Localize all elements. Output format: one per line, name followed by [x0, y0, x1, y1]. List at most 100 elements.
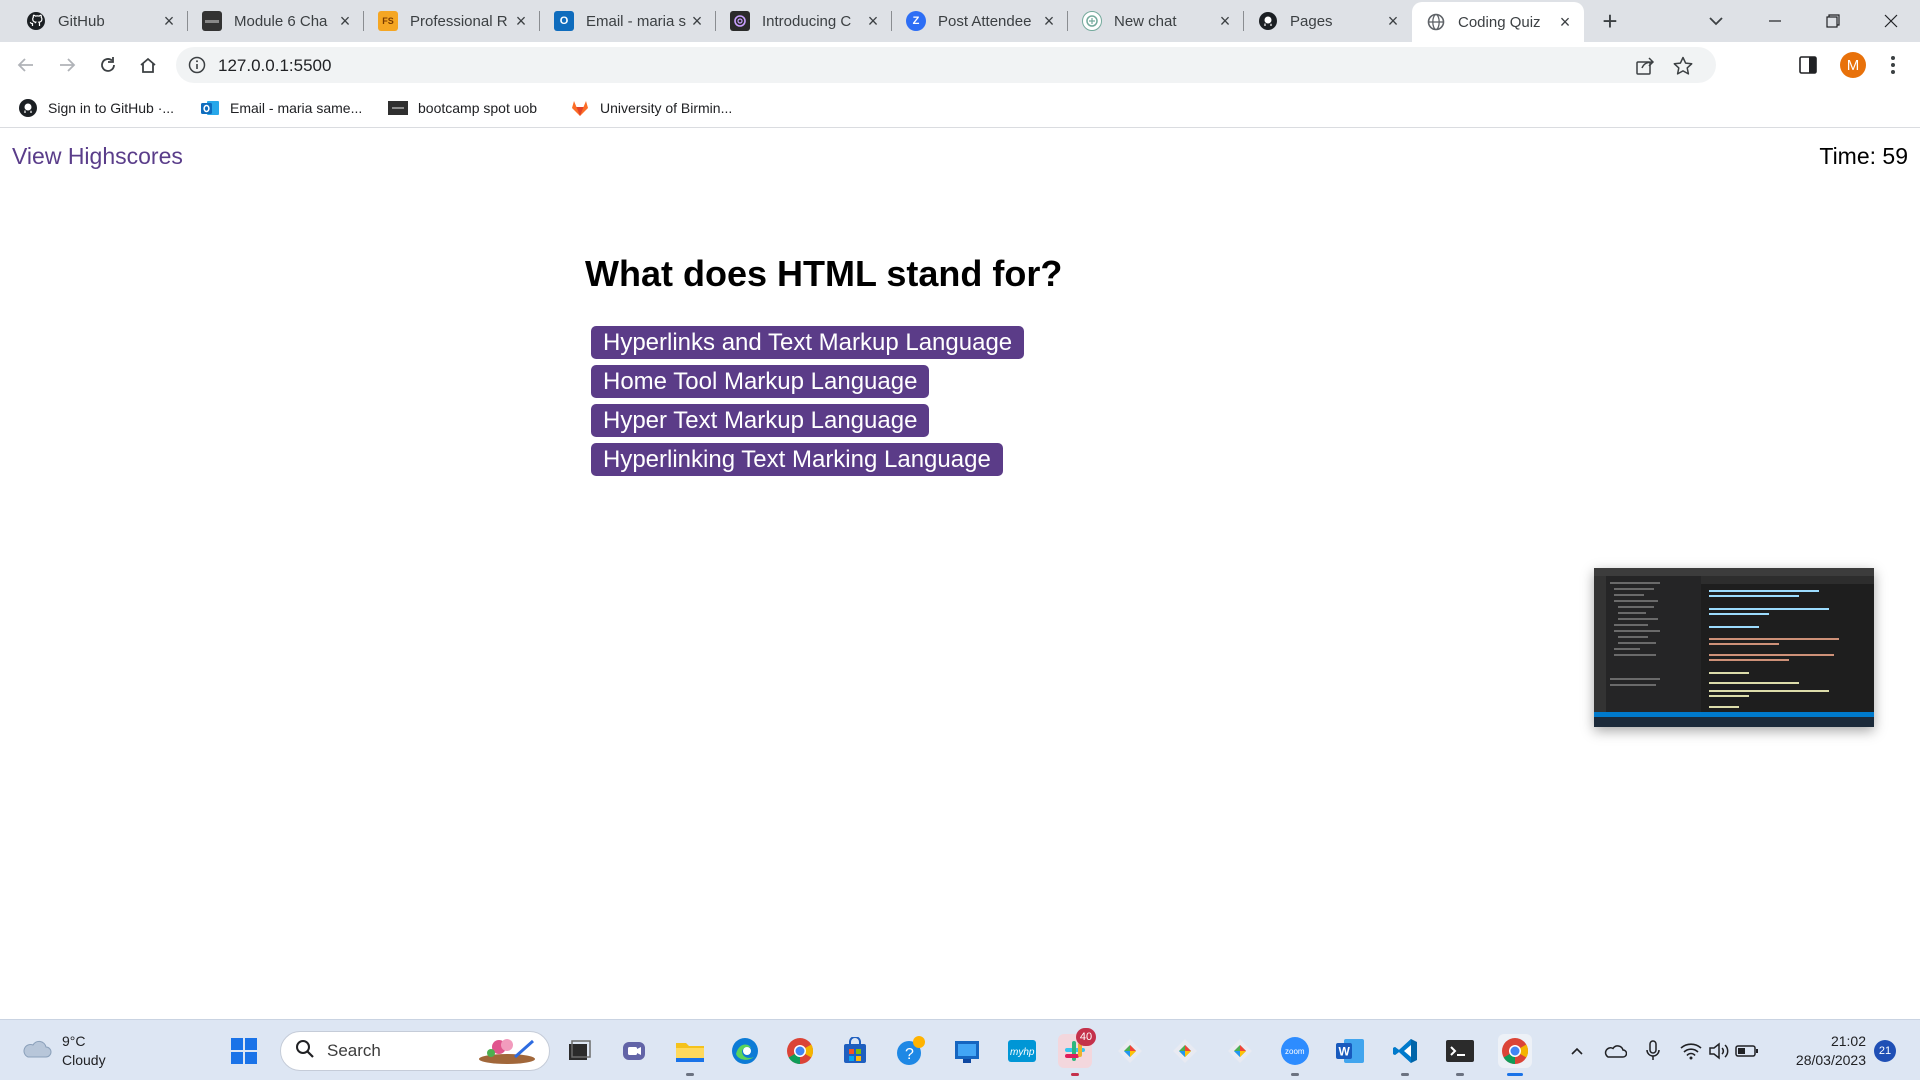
zoom-app-icon[interactable]: zoom	[1278, 1034, 1312, 1076]
tab-post-attendee[interactable]: Z Post Attendee ×	[892, 0, 1068, 42]
file-explorer-icon[interactable]	[673, 1034, 707, 1076]
answer-choices: Hyperlinks and Text Markup Language Home…	[591, 326, 1025, 482]
menu-kebab-icon[interactable]	[1880, 52, 1906, 78]
tab-module6[interactable]: Module 6 Cha ×	[188, 0, 364, 42]
bootcamp-icon	[202, 11, 222, 31]
word-icon[interactable]: W	[1333, 1034, 1367, 1068]
restore-button[interactable]	[1805, 0, 1861, 42]
search-label: Search	[327, 1041, 381, 1060]
running-indicator	[1401, 1073, 1409, 1076]
teams-chat-icon[interactable]	[617, 1034, 651, 1068]
bookmark-label: Email - maria same...	[230, 100, 363, 116]
tab-title: New chat	[1114, 12, 1177, 30]
running-indicator	[1291, 1073, 1299, 1076]
tab-pages[interactable]: Pages ×	[1244, 0, 1412, 42]
app-diamond-icon-3[interactable]	[1223, 1034, 1257, 1068]
reload-button[interactable]	[92, 49, 124, 81]
chevron-down-icon[interactable]	[1705, 10, 1727, 32]
minimize-button[interactable]	[1747, 0, 1803, 42]
close-icon[interactable]: ×	[688, 11, 706, 31]
weather-widget[interactable]: 9°C Cloudy	[20, 1032, 106, 1070]
bookmark-university[interactable]: University of Birmin...	[570, 96, 732, 120]
answer-button-3[interactable]: Hyper Text Markup Language	[591, 404, 930, 437]
notification-badge[interactable]: 21	[1874, 1040, 1896, 1062]
running-indicator	[686, 1073, 694, 1076]
taskbar-clock[interactable]: 21:02 28/03/2023	[1782, 1032, 1866, 1070]
task-view-icon[interactable]	[562, 1034, 596, 1068]
app-diamond-icon-2[interactable]	[1168, 1034, 1202, 1068]
chrome-active-icon[interactable]	[1498, 1034, 1532, 1076]
github-icon	[26, 11, 46, 31]
url-text[interactable]: 127.0.0.1:5500	[218, 56, 331, 76]
bookmark-github[interactable]: Sign in to GitHub ·...	[18, 96, 174, 120]
fs-icon: FS	[378, 11, 398, 31]
bookmark-bootcamp[interactable]: bootcamp spot uob	[388, 96, 537, 120]
store-icon[interactable]	[838, 1034, 872, 1068]
answer-button-4[interactable]: Hyperlinking Text Marking Language	[591, 443, 1003, 476]
tab-strip: GitHub × Module 6 Cha × FS Professional …	[0, 0, 1920, 42]
battery-icon[interactable]	[1730, 1034, 1764, 1068]
close-icon[interactable]: ×	[1040, 11, 1058, 31]
new-tab-button[interactable]: +	[1596, 6, 1624, 36]
app-window-icon[interactable]	[950, 1034, 984, 1068]
bookmarks-bar: Sign in to GitHub ·... Email - maria sam…	[0, 88, 1920, 128]
edge-icon[interactable]	[728, 1034, 762, 1068]
chevron-up-icon[interactable]	[1560, 1034, 1594, 1068]
close-icon[interactable]: ×	[336, 11, 354, 31]
myhp-icon[interactable]: myhp	[1005, 1034, 1039, 1068]
clock-time: 21:02	[1830, 1033, 1866, 1049]
screen-share-preview[interactable]	[1594, 568, 1874, 727]
terminal-icon[interactable]	[1443, 1034, 1477, 1076]
cloud-icon	[20, 1037, 52, 1066]
view-highscores-link[interactable]: View Highscores	[12, 143, 183, 170]
onedrive-icon[interactable]	[1598, 1034, 1632, 1068]
tab-introducing[interactable]: Introducing C ×	[716, 0, 892, 42]
answer-button-1[interactable]: Hyperlinks and Text Markup Language	[591, 326, 1025, 359]
tab-new-chat[interactable]: New chat ×	[1068, 0, 1244, 42]
app-diamond-icon-1[interactable]	[1113, 1034, 1147, 1068]
start-button[interactable]	[227, 1034, 261, 1068]
back-button[interactable]	[10, 49, 42, 81]
bookmark-star-icon[interactable]	[1672, 55, 1694, 77]
zoom-icon: Z	[906, 11, 926, 31]
close-window-button[interactable]	[1863, 0, 1919, 42]
forward-button[interactable]	[51, 49, 83, 81]
tab-coding-quiz[interactable]: Coding Quiz ×	[1412, 2, 1584, 42]
side-panel-icon[interactable]	[1797, 54, 1819, 76]
weather-temp: 9°C	[62, 1033, 86, 1049]
windows-taskbar: 9°C Cloudy Search ? myhp 40 zoom W 21:02…	[0, 1019, 1920, 1080]
slack-icon[interactable]: 40	[1058, 1028, 1096, 1076]
taskbar-search[interactable]: Search	[280, 1031, 550, 1071]
tab-title: GitHub	[58, 12, 105, 30]
search-highlight-icon	[477, 1033, 539, 1070]
close-icon[interactable]: ×	[1216, 11, 1234, 31]
get-help-icon[interactable]: ?	[894, 1034, 928, 1068]
close-icon[interactable]: ×	[864, 11, 882, 31]
close-icon[interactable]: ×	[1556, 12, 1574, 32]
close-icon[interactable]: ×	[1384, 11, 1402, 31]
microphone-icon[interactable]	[1636, 1034, 1670, 1068]
browser-toolbar: 127.0.0.1:5500	[0, 42, 1920, 88]
answer-button-2[interactable]: Home Tool Markup Language	[591, 365, 930, 398]
home-button[interactable]	[132, 49, 164, 81]
vscode-icon[interactable]	[1388, 1034, 1422, 1076]
github-icon	[18, 98, 38, 118]
outlook-icon	[200, 98, 220, 118]
chrome-icon[interactable]	[783, 1034, 817, 1068]
address-bar[interactable]: 127.0.0.1:5500	[176, 47, 1716, 83]
bookmark-email[interactable]: Email - maria same...	[200, 96, 362, 120]
bookmark-label: bootcamp spot uob	[418, 100, 538, 116]
tab-professional[interactable]: FS Professional R ×	[364, 0, 540, 42]
clock-date: 28/03/2023	[1795, 1052, 1866, 1068]
tab-title: Post Attendee	[938, 12, 1032, 30]
bookmark-label: Sign in to GitHub ·...	[48, 100, 175, 116]
info-icon[interactable]	[188, 56, 206, 74]
profile-avatar[interactable]: M	[1840, 52, 1866, 78]
close-icon[interactable]: ×	[160, 11, 178, 31]
tab-github[interactable]: GitHub ×	[12, 0, 188, 42]
question-title: What does HTML stand for?	[585, 253, 1063, 294]
tab-email[interactable]: O Email - maria s ×	[540, 0, 716, 42]
search-icon	[295, 1039, 315, 1064]
share-icon[interactable]	[1634, 55, 1656, 77]
close-icon[interactable]: ×	[512, 11, 530, 31]
